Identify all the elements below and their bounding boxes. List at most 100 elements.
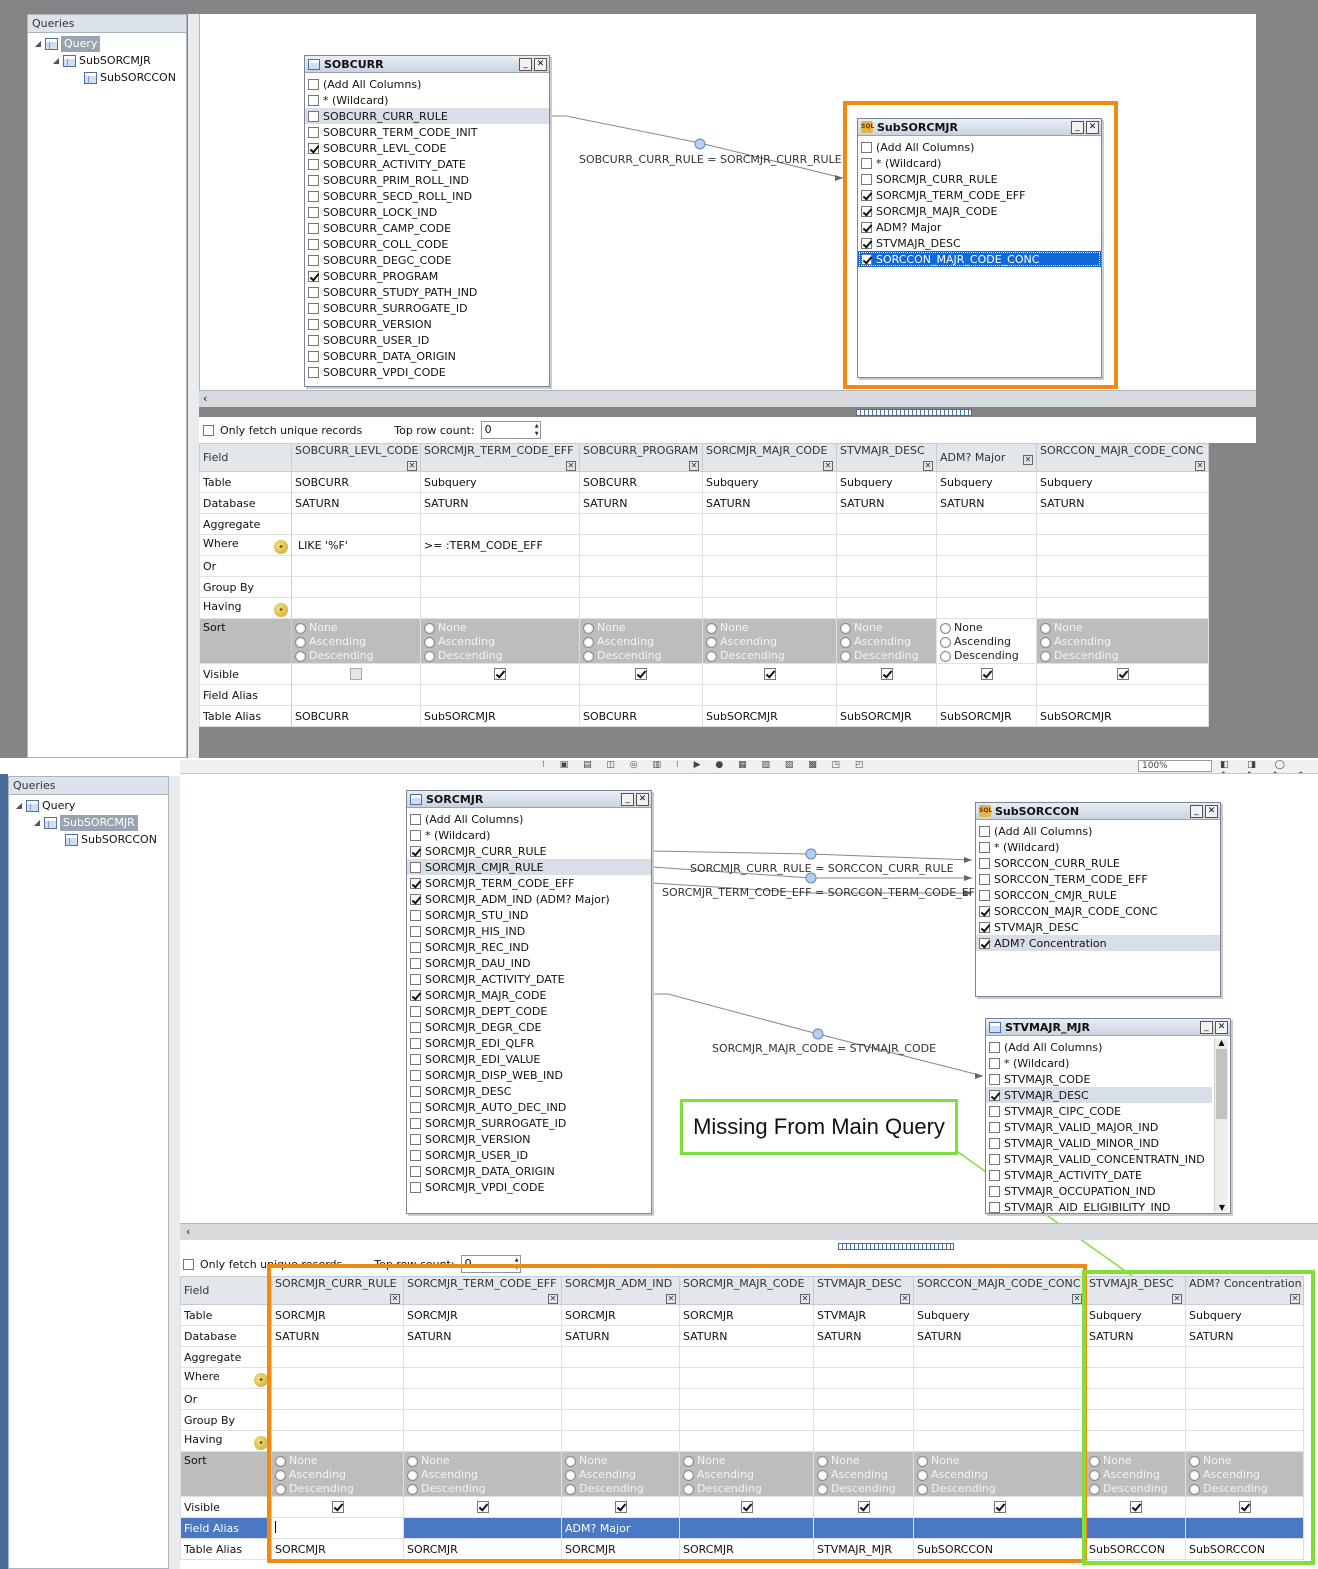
- column-item[interactable]: SORCCON_TERM_CODE_EFF: [976, 871, 1220, 887]
- column-checkbox[interactable]: [989, 1201, 1000, 1213]
- column-item[interactable]: SORCCON_CMJR_RULE: [976, 887, 1220, 903]
- column-checkbox[interactable]: [410, 957, 421, 969]
- column-checkbox[interactable]: [979, 937, 990, 949]
- column-item[interactable]: SORCMJR_DEGR_CDE: [407, 1019, 651, 1035]
- column-checkbox[interactable]: [410, 1149, 421, 1161]
- column-checkbox[interactable]: [410, 1053, 421, 1065]
- column-checkbox[interactable]: [989, 1041, 1000, 1053]
- unique-records-checkbox[interactable]: [183, 1258, 194, 1270]
- column-item[interactable]: STVMAJR_OCCUPATION_IND: [986, 1183, 1212, 1199]
- column-checkbox[interactable]: [989, 1057, 1000, 1069]
- table-header[interactable]: STVMAJR_MJR _ ✕: [986, 1019, 1230, 1036]
- column-checkbox[interactable]: [410, 941, 421, 953]
- column-item[interactable]: STVMAJR_VALID_CONCENTRATN_IND: [986, 1151, 1212, 1167]
- column-item[interactable]: STVMAJR_VALID_MINOR_IND: [986, 1135, 1212, 1151]
- column-checkbox[interactable]: [410, 925, 421, 937]
- column-item[interactable]: SORCMJR_VERSION: [407, 1131, 651, 1147]
- column-item[interactable]: SORCMJR_SURROGATE_ID: [407, 1115, 651, 1131]
- scroll-down-icon[interactable]: ▼: [1215, 1203, 1229, 1212]
- column-checkbox[interactable]: [989, 1089, 1000, 1101]
- column-checkbox[interactable]: [989, 1121, 1000, 1133]
- column-item[interactable]: SORCMJR_REC_IND: [407, 939, 651, 955]
- wand-icon[interactable]: ✦: [254, 1372, 268, 1387]
- column-checkbox[interactable]: [989, 1137, 1000, 1149]
- bottom-resize-handle[interactable]: [838, 1243, 954, 1250]
- table-sorcmjr[interactable]: SORCMJR _ ✕ (Add All Columns) * (Wildcard) S…: [406, 790, 652, 1214]
- column-item[interactable]: STVMAJR_AID_ELIGIBILITY_IND: [986, 1199, 1212, 1213]
- column-item[interactable]: STVMAJR_CIPC_CODE: [986, 1103, 1212, 1119]
- scroll-thumb[interactable]: [1216, 1049, 1227, 1119]
- column-checkbox[interactable]: [410, 909, 421, 921]
- column-item[interactable]: STVMAJR_DESC: [976, 919, 1220, 935]
- close-icon[interactable]: ✕: [636, 792, 649, 806]
- column-checkbox[interactable]: [410, 1181, 421, 1193]
- column-item[interactable]: SORCMJR_STU_IND: [407, 907, 651, 923]
- column-item[interactable]: (Add All Columns): [986, 1039, 1212, 1055]
- column-item[interactable]: SORCMJR_AUTO_DEC_IND: [407, 1099, 651, 1115]
- table-stvmajr-mjr[interactable]: STVMAJR_MJR _ ✕ (Add All Columns) * (Wildca…: [985, 1018, 1231, 1214]
- column-checkbox[interactable]: [989, 1073, 1000, 1085]
- column-item[interactable]: SORCMJR_VPDI_CODE: [407, 1179, 651, 1195]
- column-item[interactable]: SORCMJR_DEPT_CODE: [407, 1003, 651, 1019]
- column-item[interactable]: (Add All Columns): [976, 823, 1220, 839]
- column-item[interactable]: SORCMJR_ACTIVITY_DATE: [407, 971, 651, 987]
- column-checkbox[interactable]: [989, 1169, 1000, 1181]
- globe-icon[interactable]: ✦: [254, 1435, 268, 1450]
- column-checkbox[interactable]: [410, 989, 421, 1001]
- column-item[interactable]: SORCMJR_EDI_QLFR: [407, 1035, 651, 1051]
- column-checkbox[interactable]: [410, 1085, 421, 1097]
- column-checkbox[interactable]: [979, 857, 990, 869]
- join-label[interactable]: SORCMJR_MAJR_CODE = STVMAJR_CODE: [712, 1042, 936, 1055]
- column-item[interactable]: * (Wildcard): [976, 839, 1220, 855]
- table-header[interactable]: SQL SubSORCCON _ ✕: [976, 803, 1220, 820]
- join-label[interactable]: SORCMJR_TERM_CODE_EFF = SORCCON_TERM_COD…: [662, 886, 981, 899]
- close-icon[interactable]: ✕: [1215, 1020, 1228, 1034]
- column-item[interactable]: SORCMJR_DISP_WEB_IND: [407, 1067, 651, 1083]
- column-item[interactable]: * (Wildcard): [986, 1055, 1212, 1071]
- column-item[interactable]: SORCMJR_DATA_ORIGIN: [407, 1163, 651, 1179]
- column-checkbox[interactable]: [410, 1165, 421, 1177]
- minimize-icon[interactable]: _: [1200, 1020, 1213, 1034]
- table-header[interactable]: SORCMJR _ ✕: [407, 791, 651, 808]
- column-item[interactable]: SORCMJR_CMJR_RULE: [407, 859, 651, 875]
- column-item[interactable]: SORCMJR_HIS_IND: [407, 923, 651, 939]
- scroll-up-icon[interactable]: ▲: [1215, 1038, 1228, 1047]
- column-item[interactable]: STVMAJR_CODE: [986, 1071, 1212, 1087]
- column-checkbox[interactable]: [410, 1037, 421, 1049]
- column-item[interactable]: SORCMJR_USER_ID: [407, 1147, 651, 1163]
- column-item[interactable]: * (Wildcard): [407, 827, 651, 843]
- column-item[interactable]: SORCCON_MAJR_CODE_CONC: [976, 903, 1220, 919]
- column-item[interactable]: SORCMJR_DESC: [407, 1083, 651, 1099]
- column-checkbox[interactable]: [989, 1105, 1000, 1117]
- column-checkbox[interactable]: [989, 1185, 1000, 1197]
- minimize-icon[interactable]: _: [621, 792, 634, 806]
- table-subsorccon[interactable]: SQL SubSORCCON _ ✕ (Add All Columns) * (Wild…: [975, 802, 1221, 997]
- column-item[interactable]: STVMAJR_DESC: [986, 1087, 1212, 1103]
- column-checkbox[interactable]: [979, 921, 990, 933]
- column-checkbox[interactable]: [979, 841, 990, 853]
- vertical-scrollbar[interactable]: ▲ ▼: [1214, 1038, 1228, 1212]
- column-checkbox[interactable]: [410, 861, 421, 873]
- column-checkbox[interactable]: [410, 1101, 421, 1113]
- column-checkbox[interactable]: [979, 905, 990, 917]
- column-item[interactable]: ADM? Concentration: [976, 935, 1220, 951]
- column-item[interactable]: SORCCON_CURR_RULE: [976, 855, 1220, 871]
- column-item[interactable]: STVMAJR_ACTIVITY_DATE: [986, 1167, 1212, 1183]
- column-item[interactable]: SORCMJR_MAJR_CODE: [407, 987, 651, 1003]
- column-checkbox[interactable]: [410, 877, 421, 889]
- column-checkbox[interactable]: [410, 813, 421, 825]
- column-checkbox[interactable]: [410, 893, 421, 905]
- column-checkbox[interactable]: [410, 1069, 421, 1081]
- close-icon[interactable]: ✕: [1205, 804, 1218, 818]
- column-item[interactable]: SORCMJR_TERM_CODE_EFF: [407, 875, 651, 891]
- bottom-horizontal-scrollbar[interactable]: ‹: [180, 1223, 1318, 1240]
- column-checkbox[interactable]: [410, 1005, 421, 1017]
- column-item[interactable]: STVMAJR_VALID_MAJOR_IND: [986, 1119, 1212, 1135]
- column-item[interactable]: SORCMJR_CURR_RULE: [407, 843, 651, 859]
- column-checkbox[interactable]: [410, 845, 421, 857]
- minimize-icon[interactable]: _: [1190, 804, 1203, 818]
- column-checkbox[interactable]: [410, 1117, 421, 1129]
- column-item[interactable]: SORCMJR_DAU_IND: [407, 955, 651, 971]
- column-checkbox[interactable]: [410, 829, 421, 841]
- column-item[interactable]: SORCMJR_ADM_IND (ADM? Major): [407, 891, 651, 907]
